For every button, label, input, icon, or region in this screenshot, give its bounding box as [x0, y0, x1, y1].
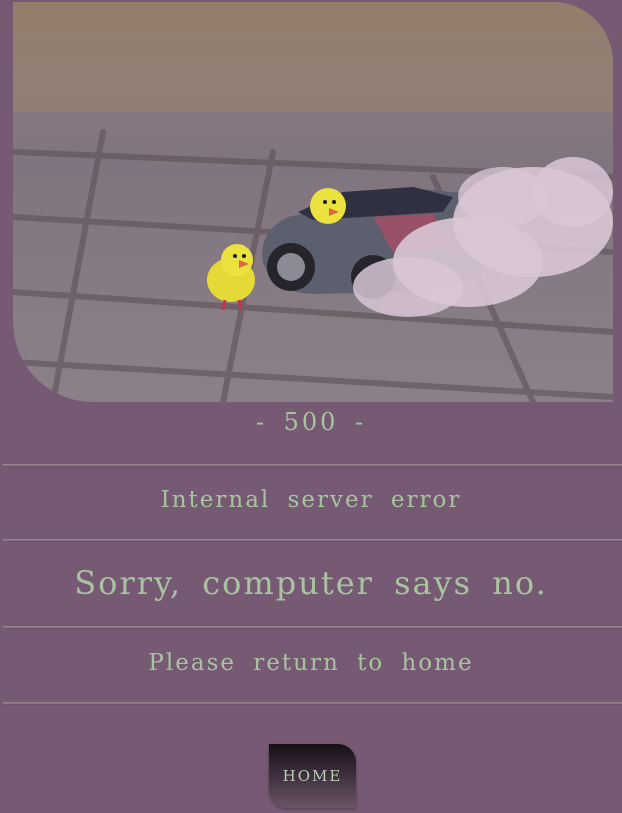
divider	[3, 539, 622, 542]
error-instruction: Please return to home	[148, 650, 474, 676]
hero-image	[13, 2, 613, 402]
home-button[interactable]: HOME	[269, 744, 356, 808]
toy-car-with-chicks-illustration	[13, 2, 613, 402]
chick-in-car	[310, 188, 346, 224]
divider	[3, 464, 622, 467]
error-title: Internal server error	[160, 487, 462, 513]
divider	[3, 702, 622, 705]
divider	[3, 626, 622, 629]
error-code: - 500 -	[255, 408, 367, 436]
chick-standing	[207, 244, 255, 311]
error-message: Sorry, computer says no.	[74, 564, 548, 602]
